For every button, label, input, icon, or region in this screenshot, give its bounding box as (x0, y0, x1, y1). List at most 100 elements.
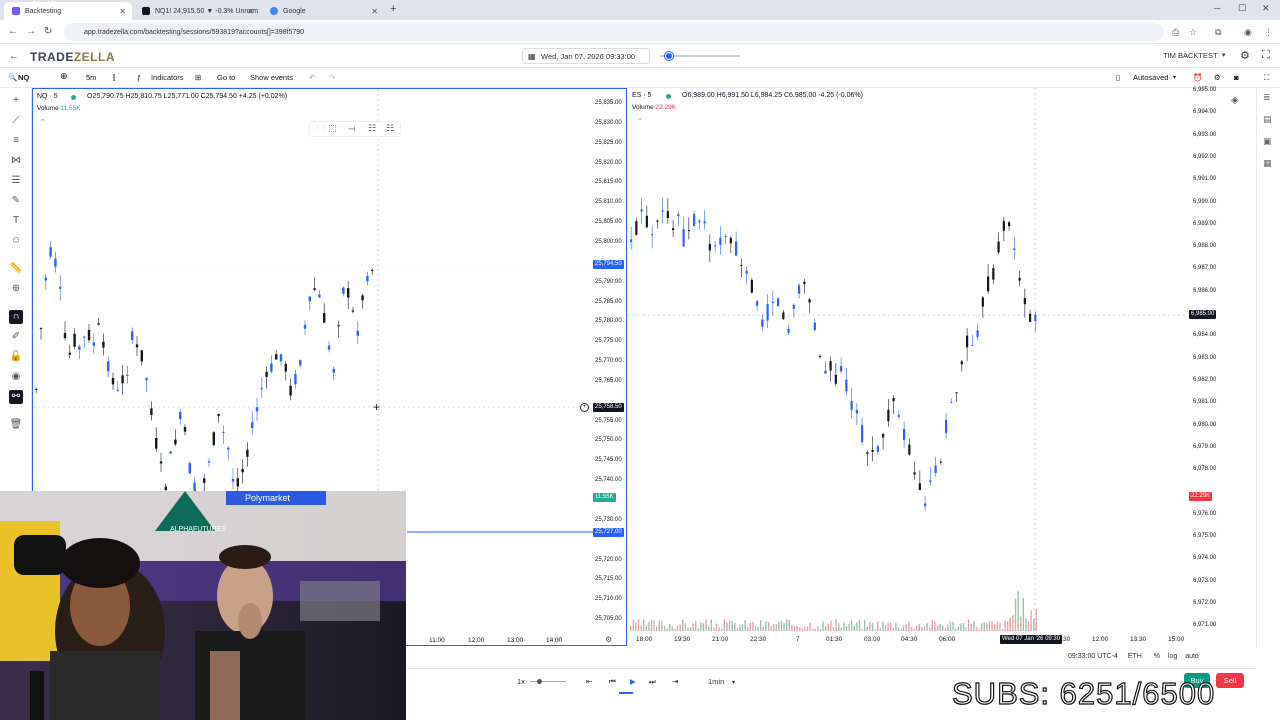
interval-chevron-icon[interactable]: ▾ (732, 679, 735, 686)
es-candle (955, 392, 958, 394)
close-icon[interactable]: ✕ (247, 7, 254, 16)
short-position-icon[interactable]: ☷ (386, 123, 394, 134)
axis-settings-icon[interactable]: ⚙ (605, 635, 612, 644)
add-order-icon[interactable]: + (580, 403, 589, 412)
profile-icon[interactable]: ◉ (1244, 27, 1252, 38)
step-back-icon[interactable]: ⏮ (609, 677, 616, 687)
es-chart-pane[interactable]: ES · 5 O6,989.00 H6,991.50 L6,984.25 C6,… (628, 87, 1256, 646)
webcam-image: Polymarket ALPHAFUTURES (0, 491, 406, 720)
horizontal-lines-icon[interactable]: ≡ (9, 134, 23, 148)
reload-icon[interactable]: ↻ (44, 26, 52, 37)
rectangle-tool-icon[interactable]: ⬚ (328, 123, 337, 134)
slider-handle[interactable] (665, 52, 673, 60)
brush-icon[interactable]: ✎ (9, 194, 23, 208)
goto-button[interactable]: Go to (217, 73, 235, 82)
show-events-button[interactable]: Show events (250, 73, 293, 82)
step-interval-selector[interactable]: 1min (708, 677, 724, 686)
user-menu[interactable]: TIM BACKTEST (1163, 51, 1218, 60)
close-icon[interactable]: ✕ (119, 7, 126, 16)
undo-icon[interactable]: ↶ (309, 73, 315, 82)
play-icon[interactable]: ▶ (630, 677, 636, 686)
fullscreen-icon[interactable]: ⛶ (1262, 49, 1270, 62)
nq-candle (207, 461, 211, 463)
link-icon[interactable]: ⚯ (9, 390, 23, 404)
jump-end-icon[interactable]: ⇥ (672, 677, 678, 686)
notes-icon[interactable]: ▣ (1263, 136, 1275, 148)
chart-fullscreen-icon[interactable]: ⛶ (1264, 73, 1269, 83)
eye-icon[interactable]: ◉ (9, 370, 23, 384)
minimize-icon[interactable]: ─ (1214, 3, 1220, 13)
interval-selector[interactable]: 5m (86, 73, 96, 82)
add-symbol-icon[interactable]: ⊕ (60, 71, 68, 82)
forward-icon[interactable]: → (26, 26, 36, 37)
collapse-chevron-icon[interactable]: ⌃ (637, 117, 643, 125)
es-candle (929, 480, 932, 482)
symbol-selector[interactable]: NQ (18, 73, 29, 82)
close-icon[interactable]: ✕ (371, 7, 378, 16)
chart-stats-icon[interactable]: ▤ (1263, 114, 1275, 126)
step-forward-icon[interactable]: ⏭ (649, 677, 656, 687)
es-candles[interactable] (628, 88, 1256, 646)
redo-icon[interactable]: ↷ (329, 73, 335, 82)
tab-tradingview[interactable]: NQ1! 24,915.50 ▼ -0.3% Unnam ✕ (134, 2, 260, 20)
camera-icon[interactable]: ◙ (1234, 73, 1239, 82)
calendar-panel-icon[interactable]: ▦ (1263, 158, 1275, 170)
layout-toggle-icon[interactable]: ▯ (1116, 73, 1120, 82)
sell-button[interactable]: Sell (1216, 673, 1244, 688)
lock-icon[interactable]: 🔓 (9, 350, 23, 364)
ruler-icon[interactable]: 📏 (9, 262, 23, 276)
pattern-icon[interactable]: ⋈ (9, 154, 23, 168)
crosshair-icon[interactable]: + (9, 94, 23, 108)
layers-icon[interactable]: ◈ (1231, 95, 1239, 106)
alert-icon[interactable]: ⏰ (1193, 73, 1202, 82)
price-tick: 6,983.00 (1193, 354, 1217, 361)
tab-backtesting[interactable]: Backtesting ✕ (4, 2, 132, 20)
fib-icon[interactable]: ☰ (9, 174, 23, 188)
maximize-icon[interactable]: ☐ (1238, 3, 1246, 14)
magnet-icon[interactable]: ∩ (9, 310, 23, 324)
lock-drawing-icon[interactable]: ✐ (9, 330, 23, 344)
collapse-chevron-icon[interactable]: ⌃ (40, 118, 46, 126)
nq-candle (121, 375, 124, 384)
speed-slider[interactable] (530, 679, 566, 684)
chart-settings-icon[interactable]: ⚙ (1214, 73, 1221, 82)
settings-gear-icon[interactable]: ⚙ (1240, 49, 1250, 62)
nq-candle (203, 478, 206, 483)
zoom-icon[interactable]: ⊕ (9, 282, 23, 296)
app-back-icon[interactable]: ← (9, 51, 19, 62)
tradezella-logo[interactable]: TRADEZELLA (30, 50, 115, 64)
replay-progress-slider[interactable] (660, 52, 740, 60)
chevron-down-icon[interactable]: ▾ (1222, 51, 1226, 59)
trend-line-icon[interactable]: ⟋ (9, 114, 23, 128)
drag-handle-icon[interactable]: ⋮⋮ (314, 124, 328, 132)
text-tool-icon[interactable]: T (9, 214, 23, 228)
jump-start-icon[interactable]: ⇤ (586, 677, 592, 686)
speed-selector[interactable]: 1x (517, 677, 525, 686)
symbol-search-icon[interactable]: 🔍 (8, 73, 17, 82)
nq-candle (111, 378, 115, 385)
es-candle (656, 220, 659, 222)
trash-icon[interactable]: 🗑 (9, 418, 23, 432)
session-datetime[interactable]: ▦ Wed, Jan 07, 2026 09:33:00 (522, 48, 650, 64)
install-icon[interactable]: ⎙ (1172, 27, 1179, 38)
watchlist-icon[interactable]: ≣ (1263, 92, 1275, 104)
autosave-status[interactable]: Autosaved (1133, 73, 1168, 82)
new-tab-icon[interactable]: + (390, 3, 396, 15)
es-volume-bar (866, 627, 868, 631)
hline-tool-icon[interactable]: ⟞ (348, 123, 355, 134)
tab-google[interactable]: Google ✕ (262, 2, 384, 20)
extensions-icon[interactable]: ⧉ (1215, 27, 1221, 38)
window-close-icon[interactable]: ✕ (1262, 3, 1270, 14)
autosave-chevron-icon[interactable]: ▾ (1173, 74, 1176, 81)
layout-grid-icon[interactable]: ⊞ (195, 73, 201, 82)
es-candle (787, 328, 790, 333)
emoji-icon[interactable]: ☺ (9, 234, 23, 248)
back-icon[interactable]: ← (8, 26, 18, 37)
menu-kebab-icon[interactable]: ⋮ (1264, 27, 1273, 38)
long-position-icon[interactable]: ☷ (368, 123, 376, 134)
bookmark-star-icon[interactable]: ☆ (1189, 27, 1197, 38)
url-field[interactable]: app.tradezella.com/backtesting/sessions/… (64, 23, 1164, 41)
nq-candle (39, 328, 43, 330)
candle-type-icon[interactable]: ⫿ (113, 73, 115, 83)
indicators-button[interactable]: Indicators (151, 73, 184, 82)
